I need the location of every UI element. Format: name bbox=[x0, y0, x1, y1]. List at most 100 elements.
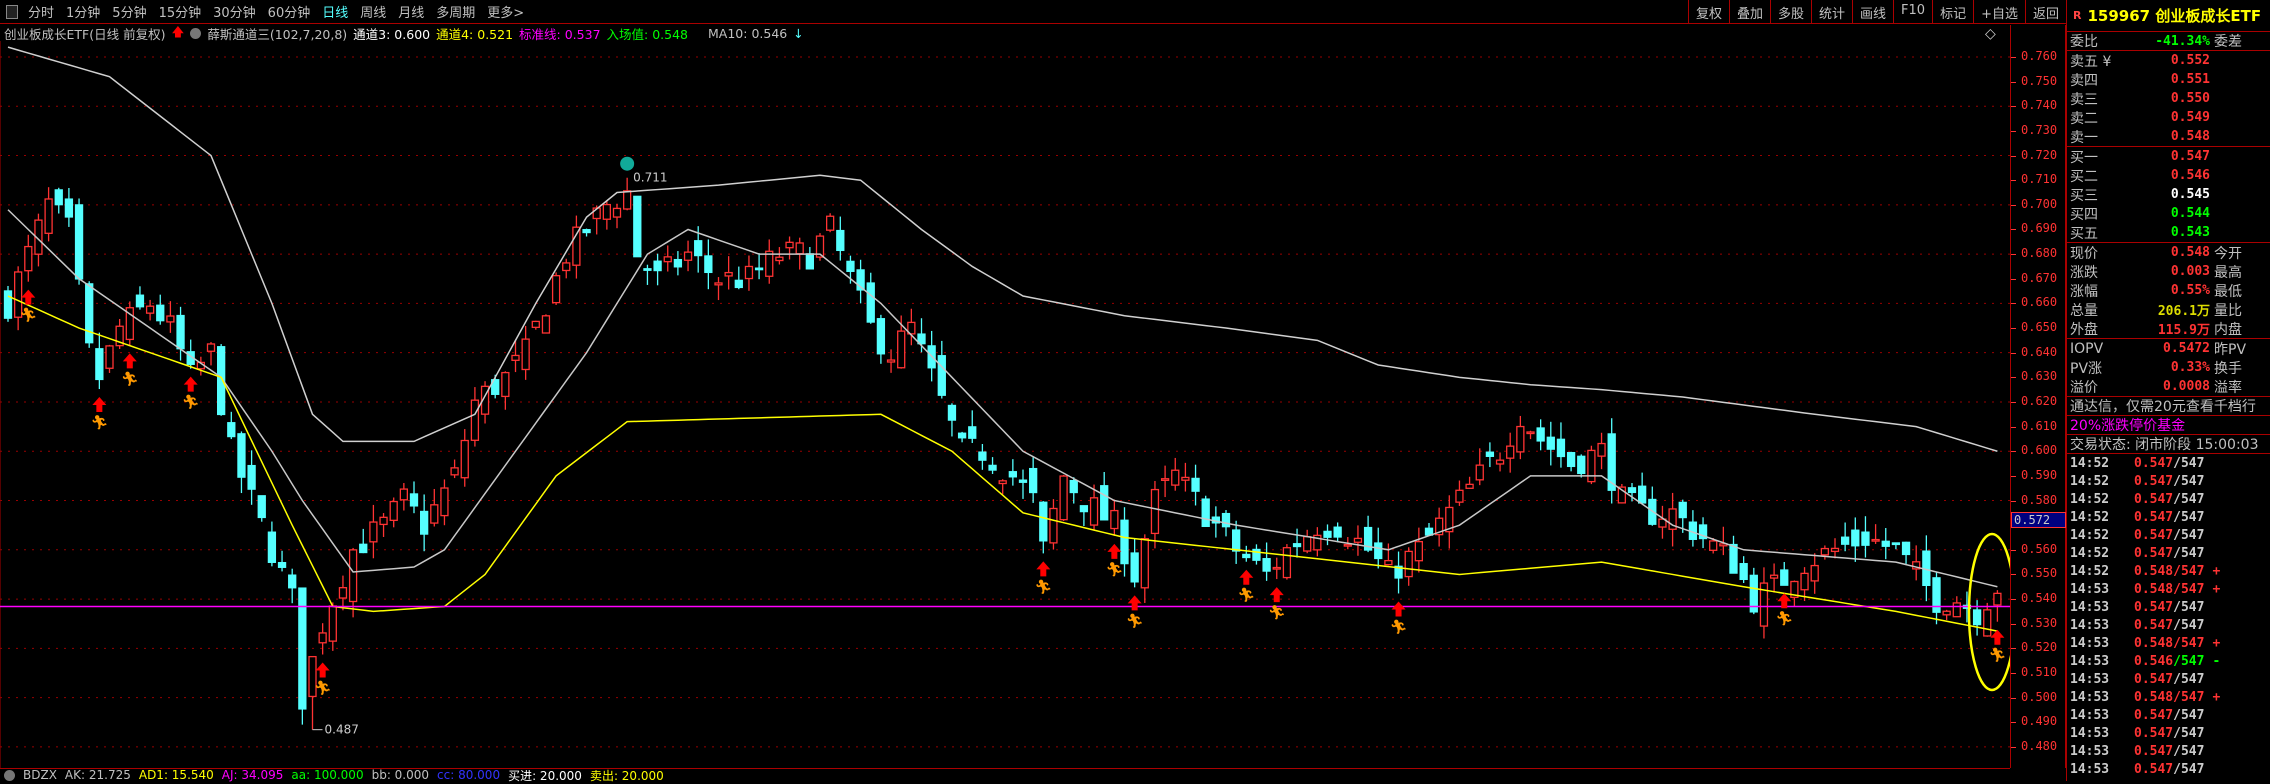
candle-up bbox=[450, 467, 459, 476]
candle-up bbox=[562, 262, 571, 272]
axis-label: 0.750 bbox=[2021, 73, 2058, 88]
toolbar-button-8[interactable]: 返回 bbox=[2024, 0, 2066, 24]
candle-down bbox=[1536, 427, 1545, 442]
candle-down bbox=[1120, 519, 1129, 565]
candle-down bbox=[247, 464, 256, 490]
candle-down bbox=[54, 189, 63, 206]
axis-tick bbox=[2011, 623, 2016, 625]
iopv-2-label2: 溢率 bbox=[2214, 379, 2242, 396]
candle-down bbox=[74, 204, 84, 280]
bid-level-2-value: 0.545 bbox=[2170, 187, 2210, 202]
quote-0-label: 现价 bbox=[2070, 245, 2098, 262]
tick-row: 14:52 0.547/547 bbox=[2067, 508, 2270, 526]
axis-label: 0.760 bbox=[2021, 49, 2058, 63]
candle-up bbox=[744, 265, 754, 280]
tick-list[interactable]: 14:52 0.547/547 14:52 0.547/547 14:52 0.547/5… bbox=[2067, 454, 2270, 778]
axis-tick bbox=[2011, 722, 2016, 724]
tick-volume: /547 bbox=[2173, 455, 2205, 471]
tick-row: 14:52 0.548/547 + bbox=[2067, 562, 2270, 580]
candle-down bbox=[1292, 543, 1302, 548]
candlestick-chart[interactable]: 🏃︎ 🏃︎ 🏃︎ 🏃︎ 🏃︎ 🏃︎ 🏃︎ 🏃︎ 🏃︎ 🏃︎ 🏃︎ 🏃︎ 🏃︎ 0.711 0.487 ◇ bbox=[0, 0, 2010, 768]
candle-down bbox=[1039, 501, 1048, 542]
axis-tick bbox=[2011, 180, 2016, 182]
candle-down bbox=[227, 422, 236, 438]
quote-3-label: 总量 bbox=[2070, 302, 2098, 319]
candle-up bbox=[1465, 483, 1474, 489]
candle-down bbox=[359, 543, 368, 554]
candle-up bbox=[379, 516, 388, 526]
candle-down bbox=[673, 258, 683, 268]
sub-indicator-bar: BDZX AK: 21.725 AD1: 15.540 AJ: 34.095 a… bbox=[0, 768, 2010, 783]
candle-up bbox=[1830, 547, 1840, 553]
axis-label: 0.530 bbox=[2021, 615, 2058, 630]
ad1-value: AD1: 15.540 bbox=[138, 768, 214, 782]
candle-up bbox=[541, 315, 551, 334]
iopv-stats: IOPV 0.5472 昨PV PV涨 0.33% 换手 溢价 0.0008 溢率 bbox=[2067, 339, 2270, 397]
ask-level-2: 卖三 0.550 bbox=[2067, 89, 2270, 108]
ad-banner[interactable]: 通达信，仅需20元查看千档行 bbox=[2067, 397, 2270, 416]
tick-row: 14:52 0.547/547 bbox=[2067, 472, 2270, 490]
tick-price: 0.546 bbox=[2134, 653, 2174, 669]
candle-down bbox=[1374, 542, 1383, 560]
buy-arrow-icon bbox=[315, 662, 330, 678]
tick-volume: /547 bbox=[2173, 581, 2205, 597]
candle-down bbox=[978, 451, 987, 461]
candle-up bbox=[765, 250, 774, 277]
candle-up bbox=[1993, 592, 2002, 606]
axis-tick bbox=[2011, 130, 2016, 132]
iopv-1-label2: 换手 bbox=[2214, 360, 2242, 377]
tick-price: 0.547 bbox=[2134, 473, 2174, 489]
axis-label: 0.670 bbox=[2021, 270, 2058, 285]
security-code: 159967 bbox=[2087, 6, 2151, 25]
candle-up bbox=[775, 256, 784, 262]
buy-arrow-icon bbox=[122, 353, 137, 369]
tick-price: 0.547 bbox=[2134, 509, 2174, 525]
axis-label: 0.630 bbox=[2021, 369, 2058, 384]
candle-down bbox=[64, 198, 74, 218]
iopv-2-value: 0.0008 bbox=[2163, 379, 2210, 394]
candle-down bbox=[3, 290, 13, 319]
axis-tick bbox=[2011, 352, 2016, 354]
ask-level-1-label: 卖四 bbox=[2070, 72, 2098, 89]
candle-up bbox=[1272, 566, 1281, 570]
runner-icon: 🏃︎ bbox=[19, 308, 37, 324]
axis-tick bbox=[2011, 574, 2016, 576]
tick-price: 0.547 bbox=[2134, 491, 2174, 507]
candle-up bbox=[206, 343, 216, 352]
axis-tick bbox=[2011, 204, 2016, 206]
candle-up bbox=[886, 359, 896, 363]
tick-volume: /547 bbox=[2173, 563, 2205, 579]
candle-up bbox=[1871, 538, 1880, 542]
tick-time: 14:52 bbox=[2070, 491, 2110, 507]
candle-up bbox=[1414, 540, 1423, 562]
quote-2-label2: 最低 bbox=[2214, 283, 2242, 300]
sub-indicator-name[interactable]: BDZX bbox=[23, 768, 57, 782]
axis-tick bbox=[2011, 303, 2016, 305]
candle-down bbox=[1262, 558, 1271, 572]
iopv-0-value: 0.5472 bbox=[2163, 341, 2210, 356]
bid-level-4-value: 0.543 bbox=[2170, 225, 2210, 240]
candle-up bbox=[602, 203, 611, 220]
axis-tick bbox=[2011, 500, 2016, 502]
quote-2-value: 0.55% bbox=[2170, 283, 2210, 298]
price-axis: 0.760 0.750 0.740 0.730 0.720 0.710 0.700 0.690… bbox=[2010, 25, 2066, 768]
security-header: R 159967 创业板成长ETF bbox=[2067, 0, 2270, 32]
weibi-label: 委比 bbox=[2070, 34, 2098, 50]
quote-1-value: 0.003 bbox=[2170, 264, 2210, 279]
fund-type: 20%涨跌停价基金 bbox=[2067, 416, 2270, 435]
candle-down bbox=[409, 493, 419, 507]
candle-up bbox=[470, 399, 480, 441]
candle-up bbox=[105, 345, 114, 369]
axis-tick bbox=[2011, 746, 2016, 748]
axis-label: 0.680 bbox=[2021, 246, 2058, 261]
tick-volume: /547 bbox=[2173, 671, 2205, 687]
axis-tick bbox=[2011, 475, 2016, 477]
axis-label: 0.640 bbox=[2021, 344, 2058, 359]
candle-up bbox=[348, 549, 358, 603]
candle-down bbox=[1881, 540, 1890, 547]
low-label: 0.487 bbox=[325, 723, 359, 737]
axis-label: 0.490 bbox=[2021, 714, 2058, 729]
indicator-menu-icon[interactable] bbox=[4, 769, 15, 781]
candle-up bbox=[521, 338, 530, 371]
candle-down bbox=[653, 260, 662, 272]
